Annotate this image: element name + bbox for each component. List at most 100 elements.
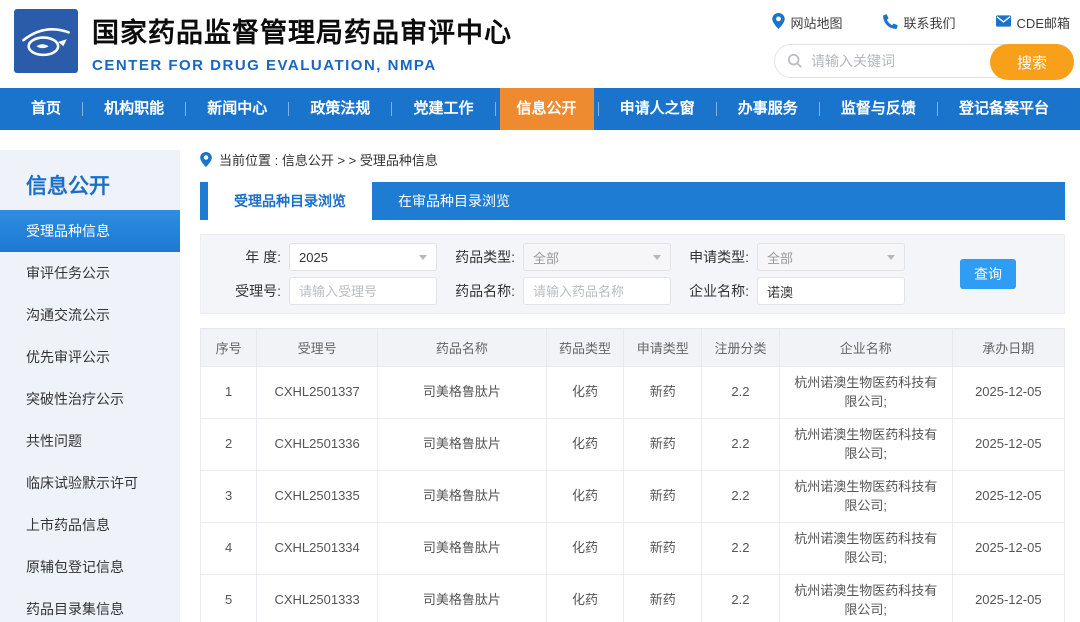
table-cell: 化药 — [545, 418, 625, 471]
table-cell: 司美格鲁肽片 — [377, 574, 547, 622]
sidebar-item-6[interactable]: 共性问题 — [0, 420, 180, 462]
drug-name-label: 药品名称: — [455, 283, 515, 299]
table-cell: 2.2 — [701, 470, 780, 523]
table-cell: CXHL2501334 — [256, 522, 379, 575]
table-cell: 2 — [199, 418, 258, 471]
table-cell: 5 — [199, 574, 258, 622]
sidebar-item-3[interactable]: 沟通交流公示 — [0, 294, 180, 336]
nav-item-9[interactable]: 监督与反馈 — [824, 88, 933, 130]
sidebar: 信息公开 受理品种信息 审评任务公示 沟通交流公示 优先审评公示 突破性治疗公示 共性问题… — [0, 150, 180, 622]
table-cell: 杭州诺澳生物医药科技有限公司; — [778, 522, 953, 575]
query-button[interactable]: 查询 — [960, 259, 1016, 289]
table-cell: 新药 — [623, 574, 703, 622]
apply-type-select[interactable]: 全部 — [757, 243, 905, 271]
nav-item-10[interactable]: 登记备案平台 — [942, 88, 1066, 130]
sidebar-item-2[interactable]: 审评任务公示 — [0, 252, 180, 294]
nav-item-5[interactable]: 党建工作 — [396, 88, 490, 130]
chevron-down-icon — [653, 254, 661, 260]
table-cell: 3 — [199, 470, 258, 523]
location-pin-icon — [200, 152, 212, 167]
table-cell: CXHL2501336 — [256, 418, 379, 471]
table-cell: 杭州诺澳生物医药科技有限公司; — [778, 574, 953, 622]
nav-item-8[interactable]: 办事服务 — [721, 88, 815, 130]
nav-divider — [391, 102, 393, 116]
nav-item-6[interactable]: 信息公开 — [499, 88, 594, 130]
table-cell: 化药 — [545, 470, 625, 523]
filter-panel: 年 度: 2025 药品类型: 全部 申请类型: 全部 受理号: 请输入受理号 … — [200, 234, 1065, 314]
table-cell: 司美格鲁肽片 — [377, 522, 547, 575]
accept-no-label: 受理号: — [235, 283, 281, 299]
search-icon — [787, 53, 803, 69]
breadcrumb-text: 当前位置 : 信息公开 > > 受理品种信息 — [219, 153, 438, 168]
table-header: 序号 受理号 药品名称 药品类型 申请类型 注册分类 企业名称 承办日期 — [199, 328, 1066, 367]
sidebar-item-7[interactable]: 临床试验默示许可 — [0, 462, 180, 504]
table-cell: 4 — [199, 522, 258, 575]
column-header: 企业名称 — [778, 328, 953, 367]
nav-item-7[interactable]: 申请人之窗 — [603, 88, 712, 130]
sidebar-item-5[interactable]: 突破性治疗公示 — [0, 378, 180, 420]
table-cell: 2.2 — [701, 366, 780, 419]
column-header: 序号 — [199, 328, 258, 367]
table-cell: 2.2 — [701, 418, 780, 471]
drug-type-select[interactable]: 全部 — [523, 243, 671, 271]
sidebar-item-8[interactable]: 上市药品信息 — [0, 504, 180, 546]
mail-icon — [995, 15, 1011, 30]
drug-name-input[interactable] — [523, 277, 671, 305]
tab-accepted-catalog[interactable]: 受理品种目录浏览 — [208, 182, 372, 220]
column-header: 申请类型 — [623, 328, 703, 367]
map-pin-icon — [771, 13, 785, 32]
company-name-label: 企业名称: — [689, 283, 749, 299]
year-select[interactable]: 2025 — [289, 243, 437, 271]
company-name-input[interactable] — [757, 277, 905, 305]
main-nav: 首页 机构职能 新闻中心 政策法规 党建工作 信息公开 申请人之窗 办事服务 监督与反馈 登记备案… — [0, 88, 1080, 130]
nav-divider — [494, 102, 496, 116]
column-header: 受理号 — [256, 328, 379, 367]
drug-type-select-value: 全部 — [533, 250, 560, 266]
sidebar-item-9[interactable]: 原辅包登记信息 — [0, 546, 180, 588]
year-label: 年 度: — [245, 249, 281, 265]
site-titles: 国家药品监督管理局药品审评中心 CENTER FOR DRUG EVALUATI… — [92, 11, 512, 74]
nav-divider — [82, 102, 84, 116]
table-row: 3 CXHL2501335 司美格鲁肽片 化药 新药 2.2 杭州诺澳生物医药科技有限公司;… — [199, 470, 1066, 523]
sidebar-item-4[interactable]: 优先审评公示 — [0, 336, 180, 378]
quick-link-1[interactable]: 网站地图 — [771, 13, 843, 32]
results-table: 序号 受理号 药品名称 药品类型 申请类型 注册分类 企业名称 承办日期 1 CXHL25013… — [199, 328, 1066, 622]
site-header: 国家药品监督管理局药品审评中心 CENTER FOR DRUG EVALUATI… — [0, 0, 1080, 88]
table-row: 2 CXHL2501336 司美格鲁肽片 化药 新药 2.2 杭州诺澳生物医药科技有限公司;… — [199, 418, 1066, 471]
accept-no-input[interactable] — [289, 277, 437, 305]
table-cell: 化药 — [545, 574, 625, 622]
nav-item-1[interactable]: 首页 — [14, 88, 78, 130]
table-row: 4 CXHL2501334 司美格鲁肽片 化药 新药 2.2 杭州诺澳生物医药科技有限公司;… — [199, 522, 1066, 575]
fish-logo-icon — [22, 28, 70, 57]
table-cell: 司美格鲁肽片 — [377, 418, 547, 471]
table-cell: 杭州诺澳生物医药科技有限公司; — [778, 470, 953, 523]
quick-link-2[interactable]: 联系我们 — [882, 13, 956, 32]
table-cell: 杭州诺澳生物医药科技有限公司; — [778, 418, 953, 471]
filter-row-2: 受理号: 药品名称: 企业名称: — [213, 277, 1052, 305]
table-row: 5 CXHL2501333 司美格鲁肽片 化药 新药 2.2 杭州诺澳生物医药科技有限公司;… — [199, 574, 1066, 622]
sidebar-item-1[interactable]: 受理品种信息 — [0, 210, 180, 252]
nav-item-4[interactable]: 政策法规 — [293, 88, 387, 130]
table-cell: CXHL2501333 — [256, 574, 379, 622]
table-cell: 2.2 — [701, 522, 780, 575]
table-header-row: 序号 受理号 药品名称 药品类型 申请类型 注册分类 企业名称 承办日期 — [199, 328, 1066, 367]
table-cell: 化药 — [545, 522, 625, 575]
tab-under-review-catalog[interactable]: 在审品种目录浏览 — [372, 182, 536, 220]
table-cell: 2025-12-05 — [951, 522, 1066, 575]
table-cell: 新药 — [623, 470, 703, 523]
table-cell: 新药 — [623, 522, 703, 575]
year-select-value: 2025 — [299, 249, 328, 265]
table-cell: CXHL2501335 — [256, 470, 379, 523]
nav-divider — [185, 102, 187, 116]
quick-link-3[interactable]: CDE邮箱 — [995, 13, 1070, 32]
column-header: 药品类型 — [545, 328, 625, 367]
page: 国家药品监督管理局药品审评中心 CENTER FOR DRUG EVALUATI… — [0, 0, 1080, 622]
column-header: 承办日期 — [951, 328, 1066, 367]
nav-item-3[interactable]: 新闻中心 — [190, 88, 284, 130]
sidebar-item-10[interactable]: 药品目录集信息 — [0, 588, 180, 622]
search-button[interactable]: 搜索 — [990, 44, 1074, 80]
nav-item-2[interactable]: 机构职能 — [87, 88, 181, 130]
nav-divider — [715, 102, 717, 116]
tab-bar: 受理品种目录浏览 在审品种目录浏览 — [200, 182, 1065, 220]
table-row: 1 CXHL2501337 司美格鲁肽片 化药 新药 2.2 杭州诺澳生物医药科技有限公司;… — [199, 366, 1066, 419]
